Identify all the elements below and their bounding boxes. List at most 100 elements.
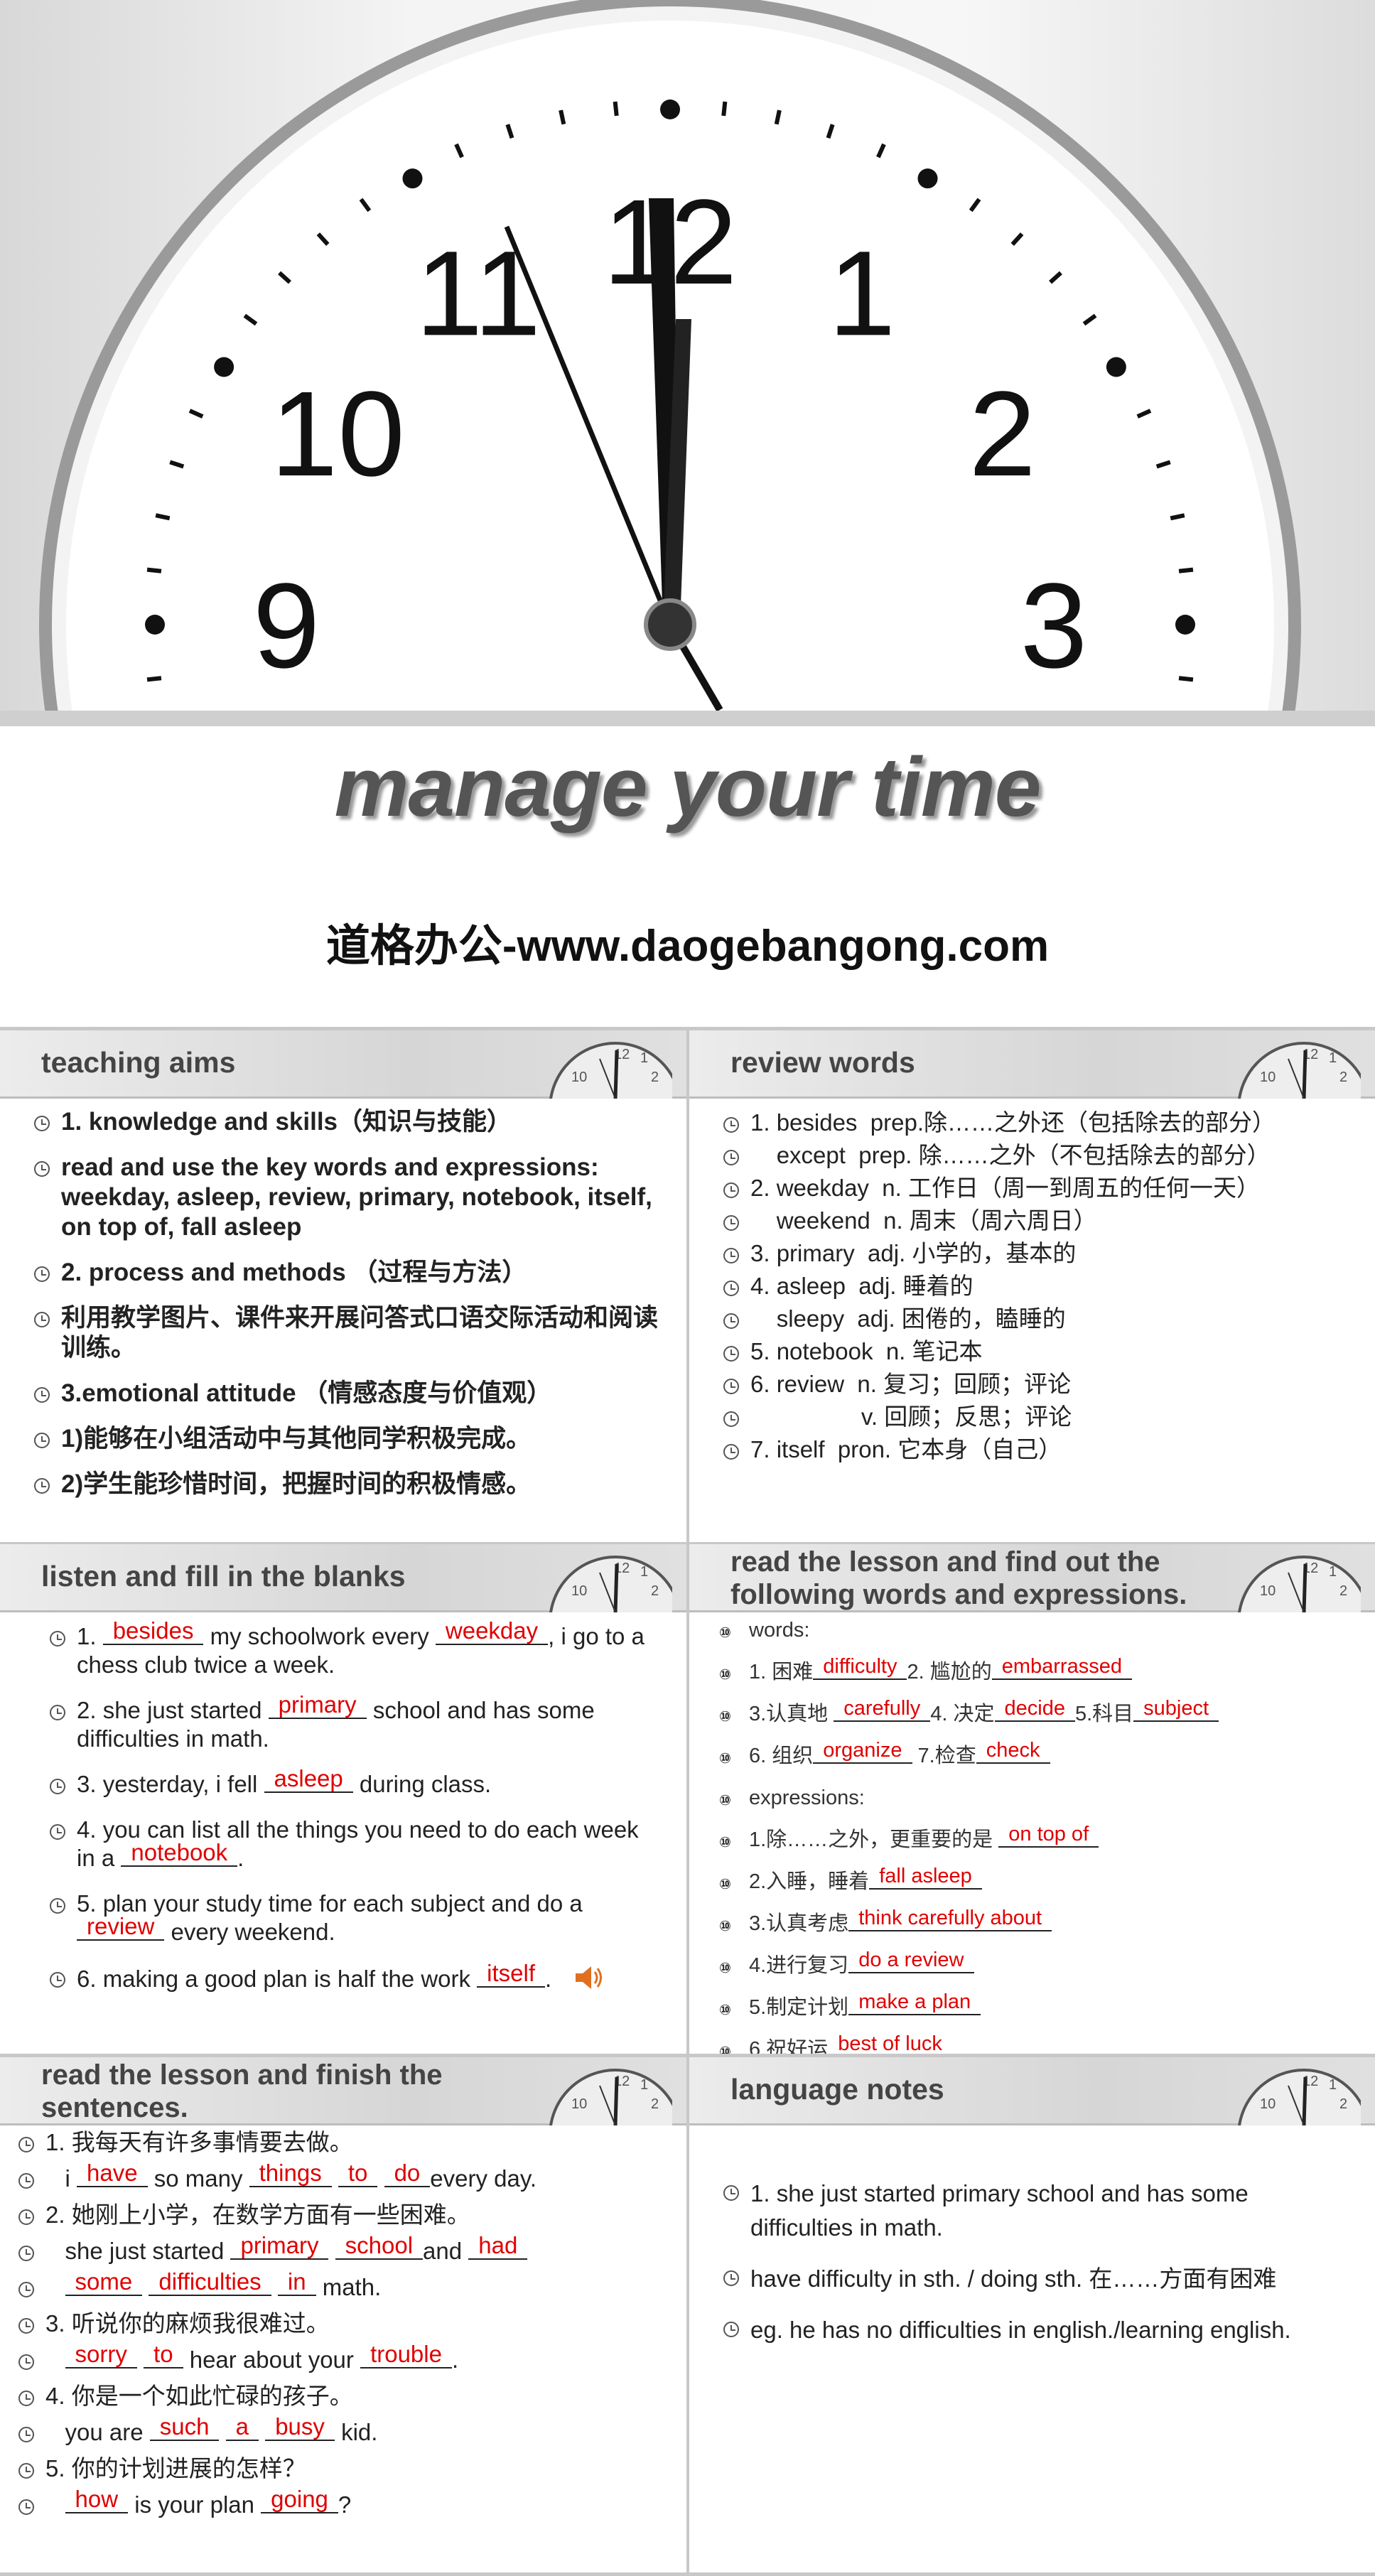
- clock-bullet-icon: [723, 2270, 739, 2286]
- clock-bullet-icon: [18, 2354, 34, 2370]
- clock-bullet-icon: [34, 1312, 50, 1328]
- list-item: weekend n. 周末（周六周日）: [723, 1207, 1361, 1235]
- svg-text:1: 1: [640, 1050, 648, 1066]
- text-segment: .: [237, 1845, 244, 1871]
- list-item: 1. besides prep.除……之外还（包括除去的部分）: [723, 1109, 1361, 1137]
- item-text: 2)学生能珍惜时间，把握时间的积极情感。: [61, 1470, 531, 1499]
- list-item: 3.emotional attitude （情感态度与价值观）: [34, 1379, 672, 1408]
- text-segment: 2)学生能珍惜时间，把握时间的积极情感。: [61, 1470, 532, 1498]
- item-text: you are such a busy kid.: [45, 2415, 378, 2447]
- clock-bullet-icon: [50, 1704, 65, 1720]
- answer-blank: a: [225, 2415, 259, 2441]
- list-item: 6. making a good plan is half the work i…: [50, 1961, 658, 1998]
- clock-bullet-icon: [18, 2390, 34, 2406]
- list-item: 2. process and methods （过程与方法）: [34, 1258, 672, 1288]
- answer-blank: to: [144, 2342, 183, 2368]
- slide-header: listen and fill in the blanks 10 2 1 12: [0, 1544, 686, 1612]
- clock-bullet-icon: [18, 2426, 34, 2442]
- answer-blank: notebook: [121, 1841, 238, 1867]
- slide-title: read the lesson and finish the sentences…: [41, 2059, 443, 2123]
- item-text: 1. besides prep.除……之外还（包括除去的部分）: [750, 1109, 1276, 1137]
- item-text: 3. yesterday, i fell asleep during class…: [77, 1767, 492, 1799]
- svg-text:1: 1: [829, 226, 896, 361]
- answer-blank: embarrassed: [991, 1656, 1132, 1680]
- answer-blank: things: [249, 2161, 332, 2187]
- list-item: ⑩ 2.入睡，睡着 fall asleep: [719, 1866, 1361, 1898]
- numbered-bullet-icon: ⑩: [719, 1835, 731, 1850]
- item-text: sleepy adj. 困倦的，瞌睡的: [750, 1305, 1066, 1333]
- clock-bullet-icon: [18, 2317, 34, 2334]
- item-text: 利用教学图片、课件来开展问答式口语交际活动和阅读训练。: [61, 1303, 672, 1363]
- clock-bullet-icon: [50, 1971, 65, 1988]
- text-segment: v. 回顾；反思；评论: [750, 1403, 1072, 1430]
- answer-blank: organize: [813, 1740, 912, 1764]
- clock-bullet-icon: [50, 1630, 65, 1647]
- text-segment: [271, 2274, 278, 2300]
- list-item: have difficulty in sth. / doing sth. 在………: [723, 2262, 1332, 2296]
- clock-bullet-icon: [723, 1443, 739, 1460]
- text-segment: [328, 2238, 335, 2264]
- list-item: ⑩ 4.进行复习 do a review: [719, 1950, 1361, 1982]
- svg-text:1: 1: [1329, 2077, 1337, 2093]
- item-text: 3.认真考虑 think carefully about: [749, 1908, 1052, 1937]
- text-segment: 3.emotional attitude （情感态度与价值观）: [61, 1379, 552, 1407]
- numbered-bullet-icon: ⑩: [719, 1919, 731, 1934]
- slide-listen-fill: listen and fill in the blanks 10 2 1 12 1. b…: [0, 1544, 686, 2054]
- answer-blank: decide: [994, 1698, 1075, 1722]
- text-segment: 3.认真考虑: [749, 1912, 849, 1935]
- item-text: words:: [749, 1617, 809, 1644]
- text-segment: 7. itself pron. 它本身（自己）: [750, 1436, 1062, 1462]
- list-item: ⑩ 5.制定计划 make a plan: [719, 1992, 1361, 2024]
- text-segment: 1.: [77, 1623, 103, 1649]
- slide-find-words: read the lesson and find out the followi…: [689, 1544, 1375, 2054]
- text-segment: read and use the key words and expressio…: [61, 1153, 659, 1241]
- svg-text:10: 10: [271, 367, 405, 502]
- list-item: except prep. 除……之外（不包括除去的部分）: [723, 1141, 1361, 1170]
- clock-bullet-icon: [723, 1411, 739, 1427]
- list-item: some difficulties in math.: [18, 2270, 672, 2302]
- clock-icon: 10 2112: [549, 1042, 672, 1099]
- clock-icon: 10 2112: [1238, 1556, 1361, 1612]
- clock-bullet-icon: [723, 1214, 739, 1231]
- list-item: eg. he has no difficulties in english./l…: [723, 2313, 1332, 2347]
- list-item: sorry to hear about your trouble.: [18, 2342, 672, 2374]
- text-segment: 2.入睡，睡着: [749, 1870, 870, 1893]
- numbered-bullet-icon: ⑩: [719, 1709, 731, 1725]
- numbered-bullet-icon: ⑩: [719, 1877, 731, 1892]
- svg-text:3: 3: [1020, 559, 1088, 694]
- item-text: 5. notebook n. 笔记本: [750, 1337, 983, 1366]
- text-segment: 1. 我每天有许多事情要去做。: [45, 2129, 353, 2155]
- list-item: ⑩ expressions:: [719, 1784, 1361, 1814]
- item-text: 3. primary adj. 小学的，基本的: [750, 1239, 1076, 1268]
- item-text: 1.除……之外，更重要的是 on top of: [749, 1824, 1099, 1853]
- slide-header: language notes 10 2 1 12: [689, 2057, 1375, 2125]
- answer-blank: itself: [477, 1961, 546, 1988]
- text-segment: you are: [45, 2419, 150, 2445]
- item-text: 4. you can list all the things you need …: [77, 1816, 658, 1872]
- svg-text:1: 1: [640, 2077, 648, 2093]
- clock-icon: 10 2112: [549, 1556, 672, 1612]
- list-item: ⑩ 1.除……之外，更重要的是 on top of: [719, 1824, 1361, 1856]
- item-text: 5.制定计划 make a plan: [749, 1992, 981, 2021]
- item-text: sorry to hear about your trouble.: [45, 2342, 458, 2374]
- text-segment: 2. weekday n. 工作日（周一到周五的任何一天）: [750, 1175, 1260, 1201]
- text-segment: 6.祝好运: [749, 2038, 829, 2054]
- text-segment: 2. she just started: [77, 1697, 269, 1723]
- svg-text:1: 1: [1329, 1564, 1337, 1580]
- answer-blank: think carefully about: [848, 1908, 1052, 1931]
- slide-header: teaching aims 10 2 1 12: [0, 1030, 686, 1099]
- text-segment: [142, 2274, 149, 2300]
- text-segment: is your plan: [128, 2491, 261, 2518]
- answer-blank: check: [976, 1740, 1050, 1764]
- text-segment: during class.: [352, 1771, 492, 1797]
- text-segment: hear about your: [183, 2346, 361, 2373]
- text-segment: she just started: [45, 2238, 231, 2264]
- item-text: 6. making a good plan is half the work i…: [77, 1961, 604, 1998]
- answer-blank: had: [468, 2233, 528, 2260]
- numbered-bullet-icon: ⑩: [719, 1793, 731, 1809]
- list-item: she just started primary school and had: [18, 2233, 672, 2265]
- clock-bullet-icon: [723, 2321, 739, 2337]
- answer-blank: primary: [268, 1693, 367, 1719]
- list-item: 7. itself pron. 它本身（自己）: [723, 1435, 1361, 1464]
- speaker-icon[interactable]: [573, 1963, 604, 1998]
